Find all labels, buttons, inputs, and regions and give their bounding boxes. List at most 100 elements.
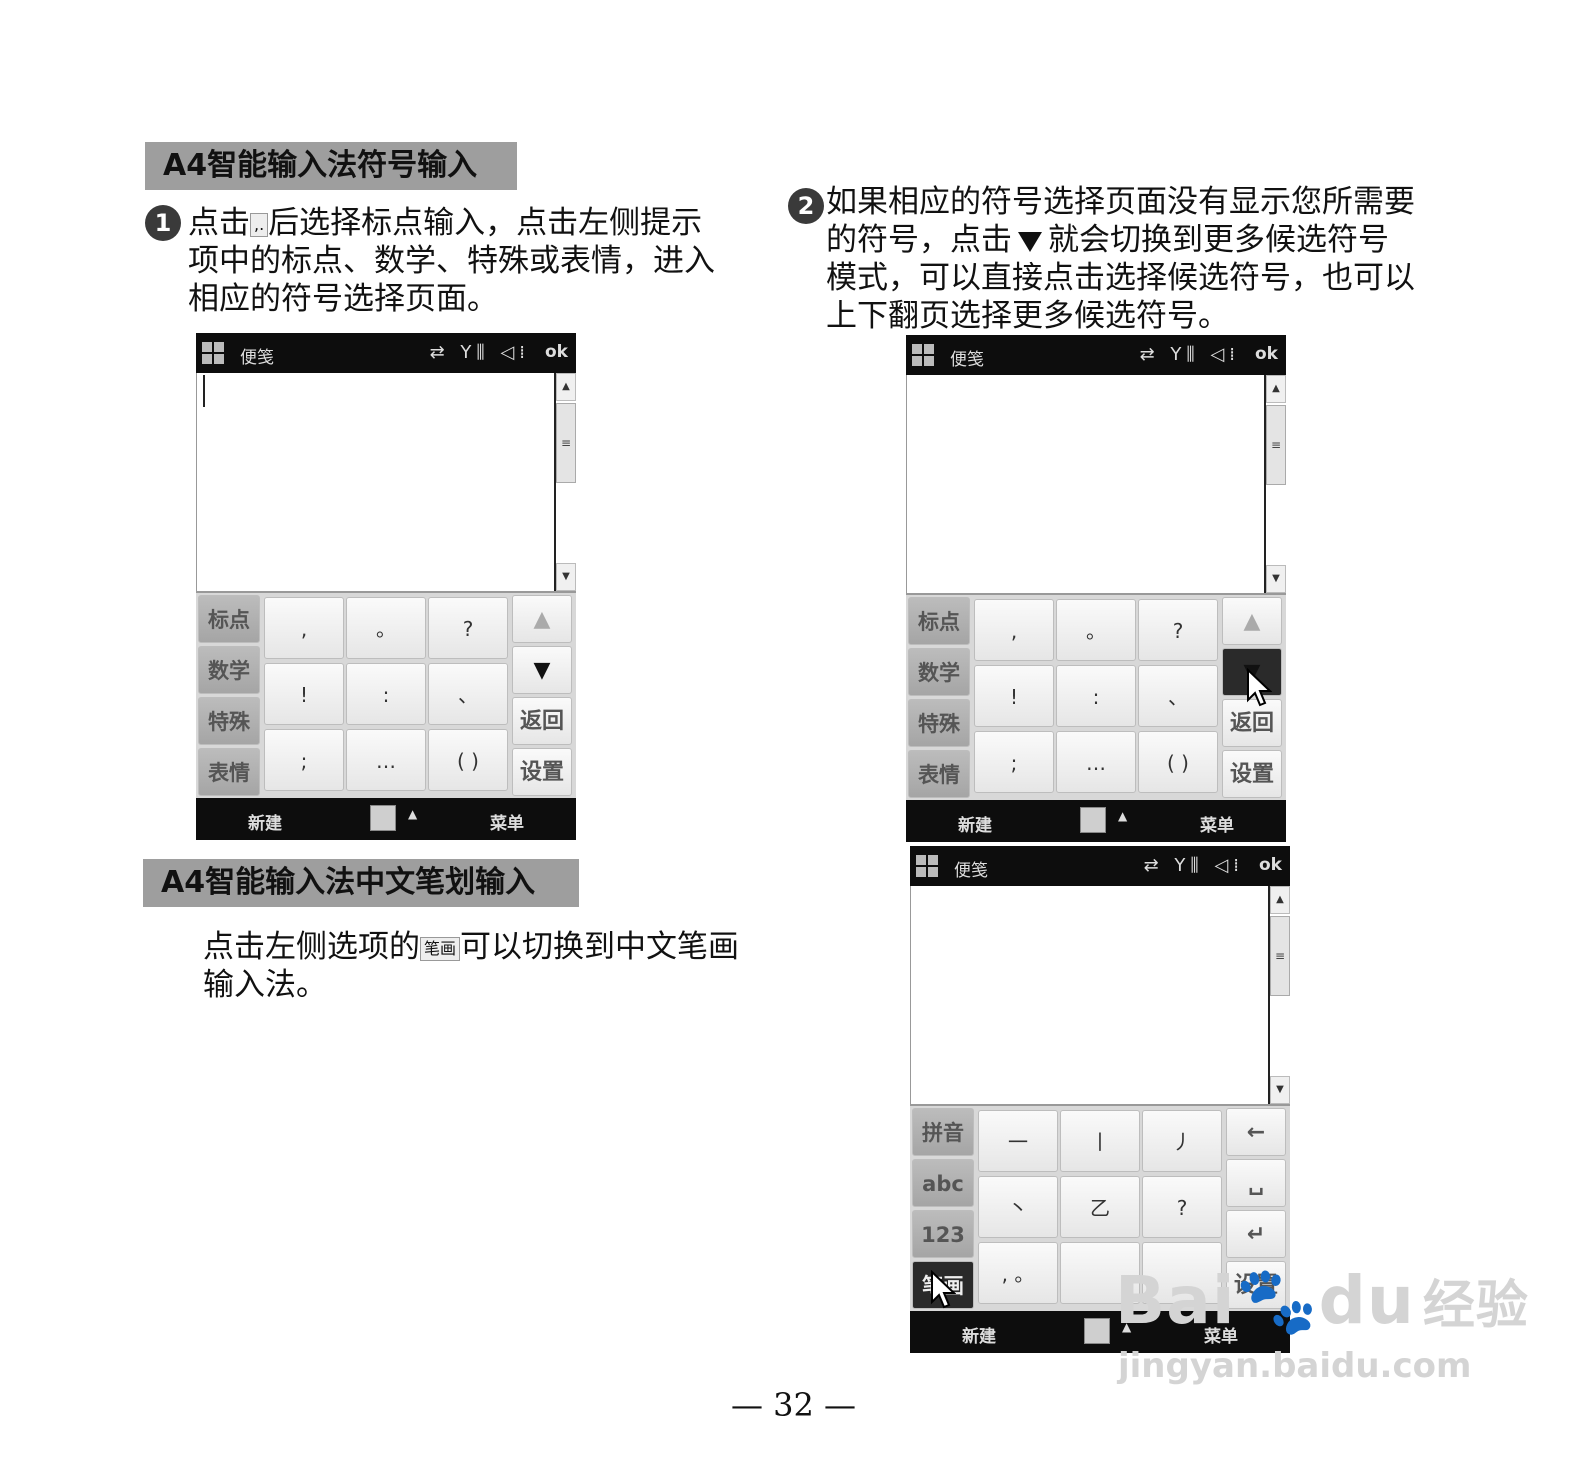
input-method-icon[interactable] <box>1084 1318 1110 1344</box>
symbol-key[interactable]: … <box>1056 731 1136 793</box>
symbol-key[interactable]: 一 <box>978 1110 1058 1172</box>
page-up-button[interactable]: ▲ <box>1222 597 1282 645</box>
side-tab-0[interactable]: 拼音 <box>912 1108 974 1156</box>
phone-screen-symbol: 便笺 ⇄ Y⫼ ◁⁞ ok ▲ ≡ ▼ 标点 数学 特殊 表情,。?!:、;…( ) ▲… <box>196 333 576 840</box>
enter-button[interactable]: ↵ <box>1226 1210 1286 1258</box>
input-menu-caret-icon[interactable]: ▲ <box>1118 809 1127 823</box>
backspace-button[interactable]: ← <box>1226 1108 1286 1156</box>
watermark-logo: Bai🐾du 经验 <box>1115 1262 1529 1340</box>
note-text-area[interactable]: ▲ ≡ ▼ <box>196 373 576 591</box>
symbol-key[interactable]: ; <box>974 731 1054 793</box>
side-tab-3[interactable]: 表情 <box>198 748 260 796</box>
step-2-line4: 上下翻页选择更多候选符号。 <box>826 298 1229 334</box>
menu-softkey[interactable]: 菜单 <box>490 809 524 834</box>
step-2-text: 如果相应的符号选择页面没有显示您所需要 的符号，点击 就会切换到更多候选符号 模式… <box>826 183 1466 335</box>
symbol-key[interactable]: : <box>346 663 426 725</box>
new-softkey[interactable]: 新建 <box>958 811 992 836</box>
side-tab-2[interactable]: 特殊 <box>908 699 970 747</box>
symbol-key[interactable]: ? <box>428 597 508 659</box>
scroll-up-icon[interactable]: ▲ <box>556 373 576 401</box>
side-tab-1[interactable]: 数学 <box>198 646 260 694</box>
settings-button[interactable]: 设置 <box>1222 750 1282 798</box>
symbol-key[interactable]: : <box>1056 665 1136 727</box>
step-1-pre: 点击 <box>188 205 250 241</box>
new-softkey[interactable]: 新建 <box>962 1322 996 1347</box>
side-tab-1[interactable]: abc <box>912 1159 974 1207</box>
symbol-key[interactable]: 丶 <box>978 1176 1058 1238</box>
app-title: 便笺 <box>240 348 274 368</box>
symbol-key[interactable]: , 。 <box>978 1242 1058 1304</box>
symbol-key[interactable]: 。 <box>1056 599 1136 661</box>
side-tab-2[interactable]: 特殊 <box>198 697 260 745</box>
status-icons: ⇄ Y⫼ ◁⁞ <box>1139 344 1240 365</box>
note-text-area[interactable]: ▲ ≡ ▼ <box>910 886 1290 1104</box>
back-button[interactable]: 返回 <box>512 697 572 745</box>
title-bar: 便笺 ⇄ Y⫼ ◁⁞ ok <box>906 335 1286 375</box>
scroll-up-icon[interactable]: ▲ <box>1270 886 1290 914</box>
symbol-key[interactable]: 丿 <box>1142 1110 1222 1172</box>
input-menu-caret-icon[interactable]: ▲ <box>408 807 417 821</box>
title-bar: 便笺 ⇄ Y⫼ ◁⁞ ok <box>196 333 576 373</box>
symbol-key[interactable]: ! <box>974 665 1054 727</box>
page-down-button[interactable]: ▼ <box>512 646 572 694</box>
side-tab-3[interactable]: 表情 <box>908 750 970 798</box>
scroll-down-icon[interactable]: ▼ <box>556 563 576 591</box>
symbol-key[interactable]: 。 <box>346 597 426 659</box>
windows-start-icon[interactable] <box>912 344 934 366</box>
note-text-area[interactable]: ▲ ≡ ▼ <box>906 375 1286 593</box>
input-method-icon[interactable] <box>370 805 396 831</box>
step-2-line2-pre: 的符号，点击 <box>826 222 1012 258</box>
stroke-text-line2: 输入法。 <box>203 967 327 1003</box>
symbol-key[interactable]: , <box>974 599 1054 661</box>
symbol-key[interactable]: 乙 <box>1060 1176 1140 1238</box>
step-1-text: 点击,. 后选择标点输入，点击左侧提示 项中的标点、数学、特殊或表情，进入 相应的… <box>188 204 748 318</box>
symbol-key[interactable]: ( ) <box>428 729 508 791</box>
space-button[interactable]: ␣ <box>1226 1159 1286 1207</box>
step-2-line3: 模式，可以直接点击选择候选符号，也可以 <box>826 260 1415 296</box>
ok-button[interactable]: ok <box>1259 855 1282 875</box>
scroll-down-icon[interactable]: ▼ <box>1266 565 1286 593</box>
menu-softkey[interactable]: 菜单 <box>1200 811 1234 836</box>
side-tab-1[interactable]: 数学 <box>908 648 970 696</box>
scroll-up-icon[interactable]: ▲ <box>1266 375 1286 403</box>
down-triangle-icon <box>1018 231 1042 252</box>
symbol-key[interactable]: 丨 <box>1060 1110 1140 1172</box>
scrollbar[interactable]: ▲ ≡ ▼ <box>554 373 576 591</box>
watermark-paw-icon: 🐾 <box>1235 1262 1319 1339</box>
page-up-button[interactable]: ▲ <box>512 595 572 643</box>
ok-button[interactable]: ok <box>545 342 568 362</box>
symbol-key[interactable]: 、 <box>428 663 508 725</box>
symbol-keypad: 标点数学特殊表情,。?!:、;…( ) ▲▼返回设置 <box>196 591 576 798</box>
side-tab-0[interactable]: 标点 <box>908 597 970 645</box>
scroll-down-icon[interactable]: ▼ <box>1270 1076 1290 1104</box>
symbol-key[interactable]: ; <box>264 729 344 791</box>
punctuation-icon: ,. <box>250 212 269 237</box>
windows-start-icon[interactable] <box>202 342 224 364</box>
scroll-thumb[interactable]: ≡ <box>1266 405 1286 485</box>
scrollbar[interactable]: ▲ ≡ ▼ <box>1264 375 1286 593</box>
step-2-badge: 2 <box>788 188 824 224</box>
symbol-key[interactable]: … <box>346 729 426 791</box>
step-2-line2-post: 就会切换到更多候选符号 <box>1048 222 1389 258</box>
ok-button[interactable]: ok <box>1255 344 1278 364</box>
symbol-key[interactable]: ( ) <box>1138 731 1218 793</box>
scrollbar[interactable]: ▲ ≡ ▼ <box>1268 886 1290 1104</box>
symbol-key[interactable]: ! <box>264 663 344 725</box>
side-tab-0[interactable]: 标点 <box>198 595 260 643</box>
symbol-key[interactable]: ? <box>1142 1176 1222 1238</box>
symbol-key[interactable]: ? <box>1138 599 1218 661</box>
input-method-icon[interactable] <box>1080 807 1106 833</box>
windows-start-icon[interactable] <box>916 855 938 877</box>
new-softkey[interactable]: 新建 <box>248 809 282 834</box>
scroll-thumb[interactable]: ≡ <box>1270 916 1290 996</box>
side-tab-2[interactable]: 123 <box>912 1210 974 1258</box>
settings-button[interactable]: 设置 <box>512 748 572 796</box>
text-cursor <box>203 375 205 407</box>
soft-key-bar: 新建 ▲ 菜单 <box>906 800 1286 842</box>
symbol-key[interactable]: 、 <box>1138 665 1218 727</box>
symbol-key[interactable]: , <box>264 597 344 659</box>
step-2-line1: 如果相应的符号选择页面没有显示您所需要 <box>826 184 1415 220</box>
status-icons: ⇄ Y⫼ ◁⁞ <box>429 342 530 363</box>
app-title: 便笺 <box>954 861 988 881</box>
scroll-thumb[interactable]: ≡ <box>556 403 576 483</box>
